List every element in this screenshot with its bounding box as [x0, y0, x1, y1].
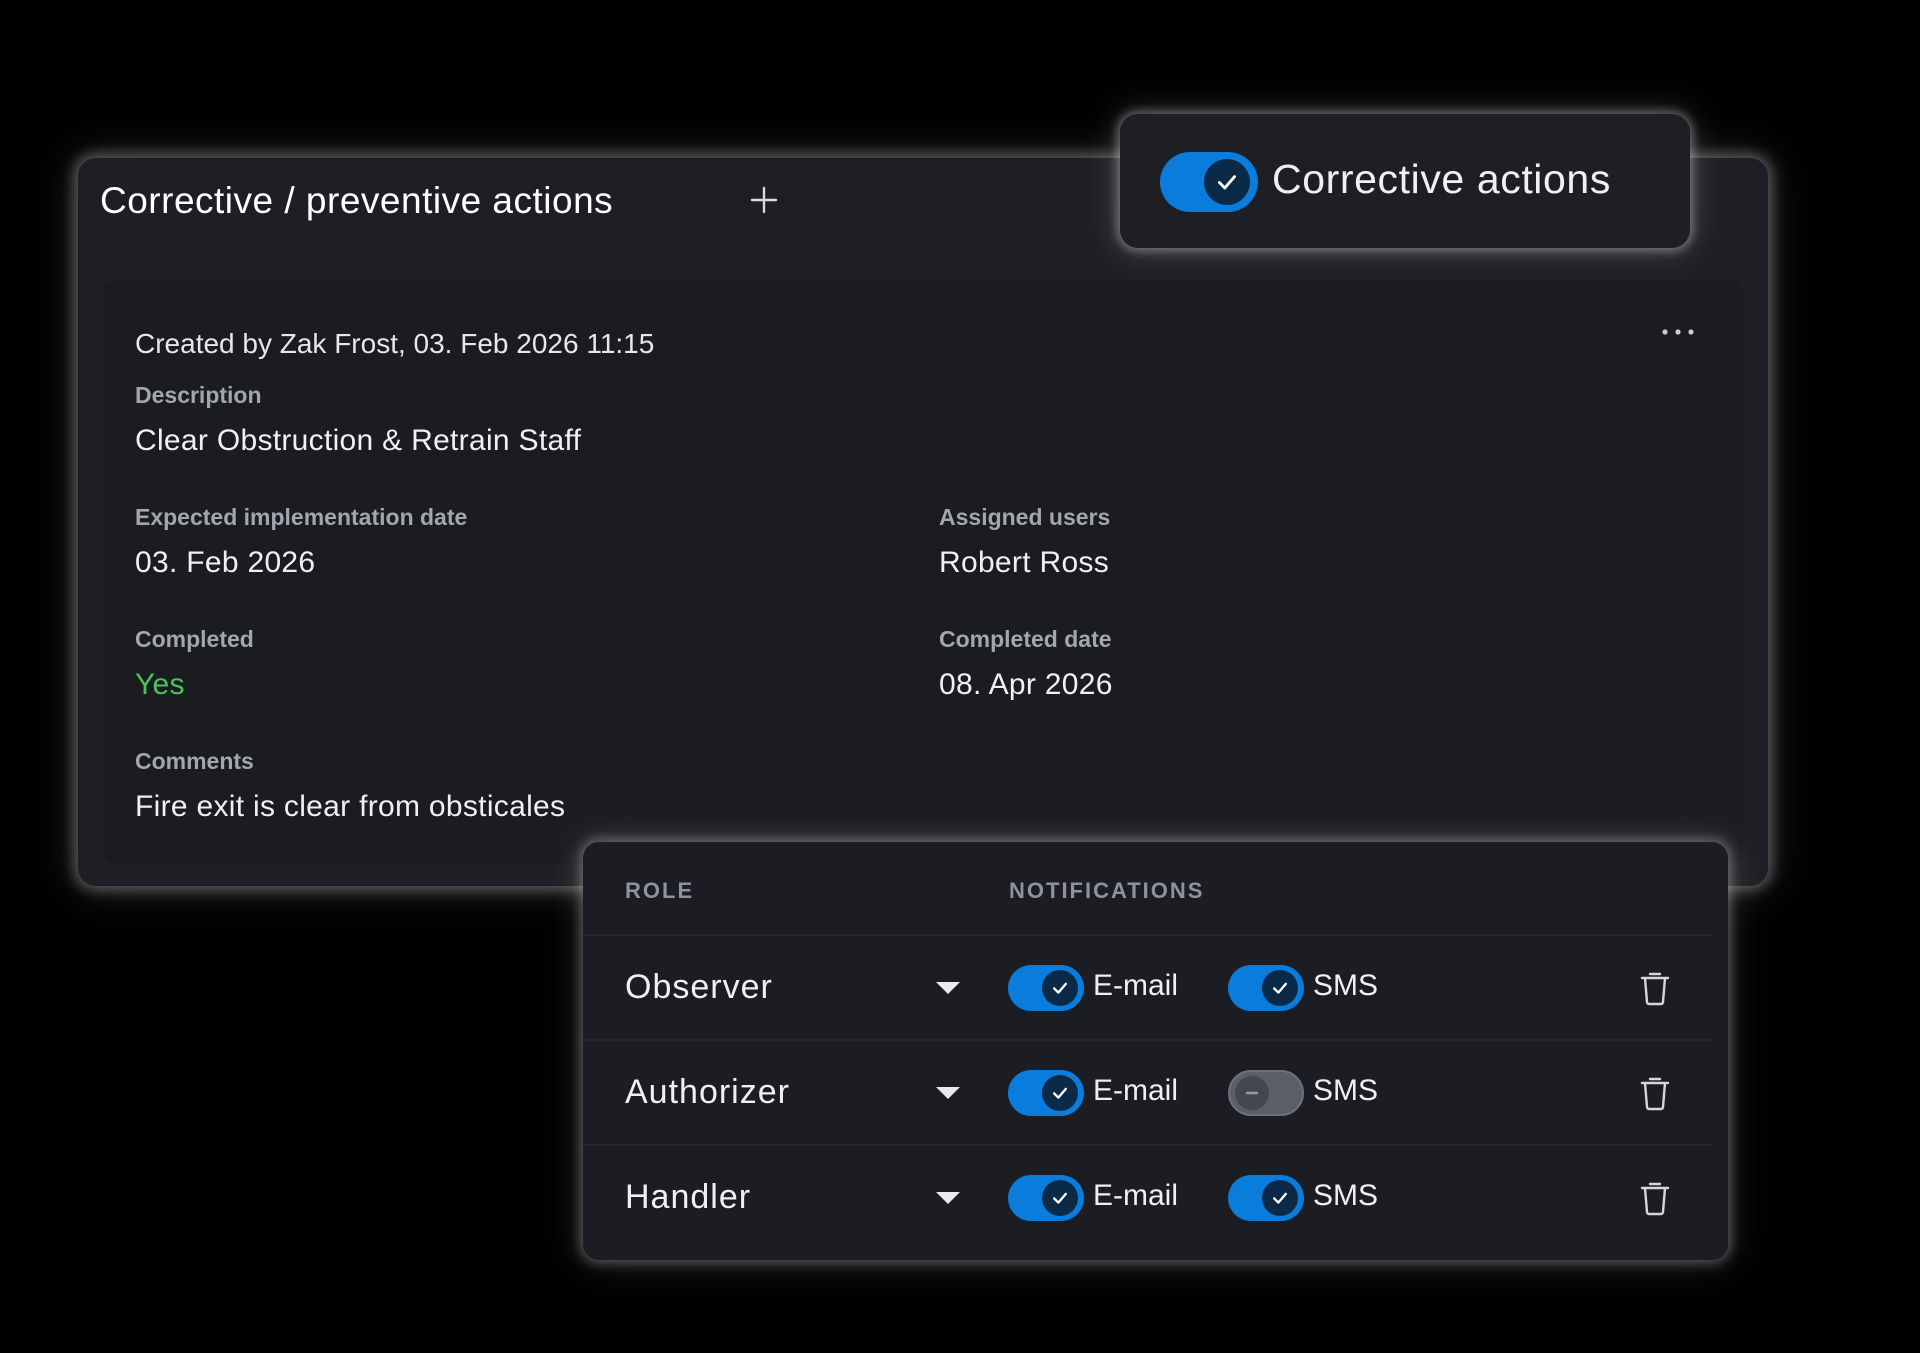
- notifications-column-header: NOTIFICATIONS: [1009, 878, 1205, 903]
- completed-date-label: Completed date: [939, 626, 1112, 652]
- toggle-knob: [1042, 1180, 1078, 1216]
- caret-down-icon: [936, 982, 960, 994]
- sms-label: SMS: [1313, 1074, 1379, 1107]
- email-toggle[interactable]: [1008, 1175, 1084, 1221]
- assigned-users-label: Assigned users: [939, 504, 1111, 530]
- sms-label: SMS: [1313, 969, 1379, 1002]
- assigned-users-value: Robert Ross: [939, 546, 1110, 579]
- action-item-card: Created by Zak Frost, 03. Feb 2026 11:15…: [103, 280, 1743, 864]
- completed-label: Completed: [135, 626, 254, 652]
- check-icon: [1053, 982, 1067, 994]
- email-toggle[interactable]: [1008, 965, 1084, 1011]
- toggle-knob: [1204, 159, 1250, 205]
- role-dropdown-button[interactable]: [923, 1176, 973, 1220]
- email-label: E-mail: [1093, 1179, 1179, 1212]
- caret-down-icon: [936, 1192, 960, 1204]
- role-name: Authorizer: [625, 1073, 790, 1111]
- check-icon: [1218, 175, 1236, 190]
- corrective-actions-toggle[interactable]: [1160, 152, 1258, 212]
- caret-down-icon: [936, 1087, 960, 1099]
- corrective-actions-card: Corrective / preventive actions Created …: [78, 158, 1768, 886]
- role-row-authorizer: Authorizer E-mail SMS: [583, 1039, 1713, 1145]
- email-toggle[interactable]: [1008, 1070, 1084, 1116]
- sms-toggle[interactable]: [1228, 1070, 1304, 1116]
- check-icon: [1053, 1087, 1067, 1099]
- role-row-handler: Handler E-mail SMS: [583, 1144, 1713, 1250]
- section-title: Corrective / preventive actions: [100, 180, 614, 221]
- trash-icon: [1640, 1182, 1670, 1216]
- expected-date-value: 03. Feb 2026: [135, 546, 316, 579]
- role-row-observer: Observer E-mail SMS: [583, 934, 1713, 1040]
- trash-icon: [1640, 972, 1670, 1006]
- toggle-knob: [1262, 1180, 1298, 1216]
- more-horizontal-icon: [1662, 329, 1694, 335]
- sms-toggle[interactable]: [1228, 1175, 1304, 1221]
- description-value: Clear Obstruction & Retrain Staff: [135, 424, 582, 457]
- plus-icon: [750, 186, 778, 214]
- toggle-knob: [1042, 1075, 1078, 1111]
- delete-role-button[interactable]: [1633, 1069, 1677, 1117]
- minus-icon: [1245, 1091, 1259, 1095]
- toggle-knob: [1262, 970, 1298, 1006]
- completed-date-value: 08. Apr 2026: [939, 668, 1113, 701]
- corrective-actions-label: Corrective actions: [1272, 156, 1611, 202]
- screenshot-stage: Corrective / preventive actions Created …: [0, 0, 1920, 1353]
- more-options-button[interactable]: [1653, 320, 1703, 344]
- toggle-knob: [1235, 1076, 1269, 1110]
- check-icon: [1273, 982, 1287, 994]
- expected-date-label: Expected implementation date: [135, 504, 468, 530]
- completed-value: Yes: [135, 668, 185, 701]
- check-icon: [1273, 1192, 1287, 1204]
- check-icon: [1053, 1192, 1067, 1204]
- delete-role-button[interactable]: [1633, 1174, 1677, 1222]
- add-action-button[interactable]: [742, 178, 786, 222]
- corrective-actions-toggle-popup: Corrective actions: [1120, 114, 1690, 248]
- email-label: E-mail: [1093, 1074, 1179, 1107]
- role-dropdown-button[interactable]: [923, 966, 973, 1010]
- role-notifications-panel: ROLE NOTIFICATIONS Observer E-mail SMS A…: [583, 842, 1728, 1260]
- toggle-knob: [1042, 970, 1078, 1006]
- sms-toggle[interactable]: [1228, 965, 1304, 1011]
- created-info: Created by Zak Frost, 03. Feb 2026 11:15: [135, 328, 655, 359]
- sms-label: SMS: [1313, 1179, 1379, 1212]
- email-label: E-mail: [1093, 969, 1179, 1002]
- comments-value: Fire exit is clear from obsticales: [135, 790, 566, 823]
- role-column-header: ROLE: [625, 878, 695, 903]
- delete-role-button[interactable]: [1633, 964, 1677, 1012]
- trash-icon: [1640, 1077, 1670, 1111]
- role-dropdown-button[interactable]: [923, 1071, 973, 1115]
- role-name: Observer: [625, 968, 773, 1006]
- description-label: Description: [135, 382, 262, 408]
- comments-label: Comments: [135, 748, 254, 774]
- role-name: Handler: [625, 1178, 752, 1216]
